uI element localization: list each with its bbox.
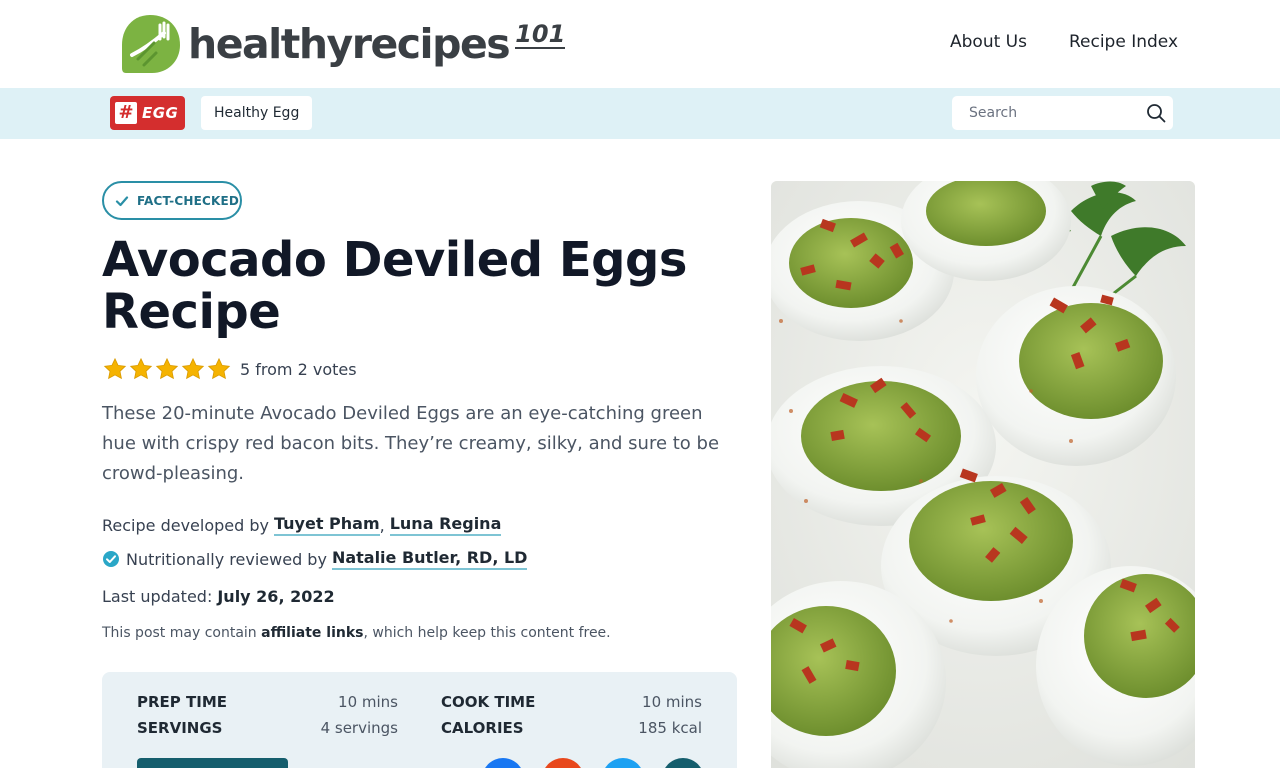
info-row-servings: SERVINGS 4 servings CALORIES 185 kcal	[137, 719, 702, 745]
recipe-hero-image	[771, 181, 1195, 768]
nav-recipe-index[interactable]: Recipe Index	[1069, 32, 1178, 52]
star-icon[interactable]	[129, 357, 153, 381]
search-icon[interactable]	[1146, 103, 1166, 123]
prep-time-value: 10 mins	[338, 693, 398, 711]
calories-value: 185 kcal	[638, 719, 702, 737]
egg-category-badge[interactable]: # EGG	[110, 96, 185, 130]
site-logo[interactable]: healthyrecipes 101	[120, 12, 566, 76]
author-separator: ,	[379, 515, 385, 535]
fact-checked-label: FACT-CHECKED	[137, 193, 240, 208]
healthy-egg-chip[interactable]: Healthy Egg	[201, 96, 313, 130]
disclaimer-suffix: , which help keep this content free.	[363, 625, 611, 641]
deviled-eggs-photo	[771, 181, 1195, 768]
servings-value: 4 servings	[320, 719, 398, 737]
prep-time-label: PREP TIME	[137, 693, 227, 711]
email-share-icon[interactable]	[662, 758, 704, 768]
last-updated-date: July 26, 2022	[217, 587, 335, 606]
cook-time-label: COOK TIME	[441, 693, 536, 711]
facebook-share-icon[interactable]	[482, 758, 524, 768]
star-icon[interactable]	[103, 357, 127, 381]
category-bar: # EGG Healthy Egg	[0, 88, 1280, 139]
star-icon[interactable]	[207, 357, 231, 381]
reviewer-byline: Nutritionally reviewed by Natalie Butler…	[102, 548, 528, 570]
site-header: healthyrecipes 101 About Us Recipe Index	[0, 0, 1280, 88]
last-updated-label: Last updated:	[102, 587, 213, 606]
affiliate-links-link[interactable]: affiliate links	[261, 625, 363, 641]
author-link-luna-regina[interactable]: Luna Regina	[389, 514, 502, 536]
last-updated: Last updated: July 26, 2022	[102, 587, 335, 606]
egg-badge-label: EGG	[142, 104, 179, 122]
logo-wordmark: healthyrecipes	[188, 19, 511, 68]
star-icon[interactable]	[181, 357, 205, 381]
disclaimer-prefix: This post may contain	[102, 625, 257, 641]
search-box	[952, 96, 1173, 130]
star-rating[interactable]	[103, 357, 231, 381]
recipe-summary: These 20-minute Avocado Deviled Eggs are…	[102, 403, 720, 484]
star-icon[interactable]	[155, 357, 179, 381]
hash-icon: #	[115, 102, 137, 124]
twitter-share-icon[interactable]	[602, 758, 644, 768]
search-input[interactable]	[952, 96, 1132, 130]
affiliate-disclaimer: This post may contain affiliate links, w…	[102, 625, 611, 641]
rating-text: 5 from 2 votes	[240, 359, 357, 379]
author-link-tuyet-pham[interactable]: Tuyet Pham	[273, 514, 380, 536]
jump-to-recipe-button[interactable]	[137, 758, 288, 768]
checkmark-icon	[115, 195, 129, 206]
verified-check-icon	[103, 551, 119, 567]
logo-leaf-icon	[122, 15, 180, 73]
cook-time-value: 10 mins	[642, 693, 702, 711]
nav-about-us[interactable]: About Us	[950, 32, 1027, 52]
fact-checked-badge[interactable]: FACT-CHECKED	[102, 181, 242, 220]
info-row-times: PREP TIME 10 mins COOK TIME 10 mins	[137, 693, 702, 719]
developed-by-label: Recipe developed by	[102, 515, 269, 535]
reviewer-link[interactable]: Natalie Butler, RD, LD	[331, 548, 528, 570]
pinterest-share-icon[interactable]	[542, 758, 584, 768]
page-title: Avocado Deviled Eggs Recipe	[102, 232, 687, 340]
calories-label: CALORIES	[441, 719, 524, 737]
top-nav: About Us Recipe Index	[950, 32, 1178, 52]
recipe-info-card: PREP TIME 10 mins COOK TIME 10 mins SERV…	[102, 672, 737, 768]
logo-101: 101	[515, 19, 566, 49]
rating[interactable]: 5 from 2 votes	[103, 357, 357, 381]
developer-byline: Recipe developed by Tuyet Pham , Luna Re…	[102, 514, 502, 536]
servings-label: SERVINGS	[137, 719, 223, 737]
reviewed-by-label: Nutritionally reviewed by	[126, 549, 327, 569]
